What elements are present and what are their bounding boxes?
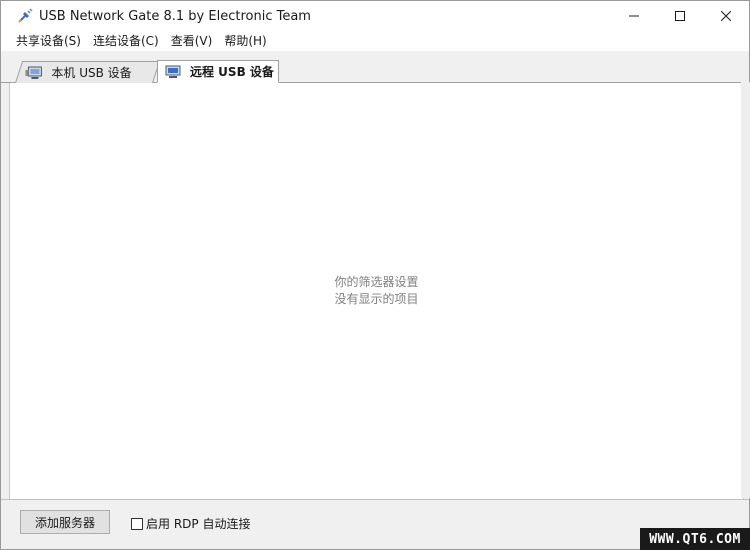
tab-local-label: 本机 USB 设备	[51, 66, 132, 80]
remote-devices-list[interactable]: 你的筛选器设置 没有显示的项目	[9, 83, 744, 499]
minimize-button[interactable]	[611, 1, 657, 31]
app-window: USB Network Gate 8.1 by Electronic Team …	[0, 0, 750, 550]
local-computer-icon	[25, 66, 43, 80]
title-bar[interactable]: USB Network Gate 8.1 by Electronic Team	[1, 1, 749, 31]
minimize-icon	[629, 15, 639, 17]
maximize-icon	[675, 11, 685, 21]
add-server-button[interactable]: 添加服务器	[20, 510, 110, 534]
rdp-auto-connect-option[interactable]: 启用 RDP 自动连接	[131, 515, 250, 532]
usb-plug-icon	[17, 8, 33, 24]
tab-remote-usb-devices[interactable]: 远程 USB 设备	[157, 60, 279, 83]
background-window-edge	[741, 82, 750, 498]
menu-bar: 共享设备(S) 连结设备(C) 查看(V) 帮助(H)	[1, 31, 749, 51]
menu-view[interactable]: 查看(V)	[165, 31, 219, 51]
rdp-auto-connect-label: 启用 RDP 自动连接	[146, 517, 251, 531]
close-icon	[721, 11, 731, 21]
close-button[interactable]	[703, 1, 749, 31]
rdp-auto-connect-checkbox[interactable]	[131, 517, 143, 530]
empty-state-line-2: 没有显示的项目	[334, 292, 419, 306]
menu-connect-devices[interactable]: 连结设备(C)	[87, 31, 165, 51]
tab-local-usb-devices[interactable]: 本机 USB 设备	[15, 61, 161, 83]
empty-state-line-1: 你的筛选器设置	[334, 275, 419, 289]
window-controls	[611, 1, 749, 31]
tab-remote-label: 远程 USB 设备	[190, 65, 274, 79]
menu-share-devices[interactable]: 共享设备(S)	[10, 31, 87, 51]
site-watermark: WWW.QT6.COM	[640, 528, 750, 550]
empty-state-message: 你的筛选器设置 没有显示的项目	[10, 274, 743, 308]
menu-help[interactable]: 帮助(H)	[218, 31, 272, 51]
bottom-bar: 添加服务器 启用 RDP 自动连接	[1, 499, 749, 549]
remote-computer-icon	[164, 65, 182, 79]
tab-strip: 本机 USB 设备 远程 USB 设备	[1, 51, 749, 83]
window-title: USB Network Gate 8.1 by Electronic Team	[39, 8, 311, 24]
maximize-button[interactable]	[657, 1, 703, 31]
